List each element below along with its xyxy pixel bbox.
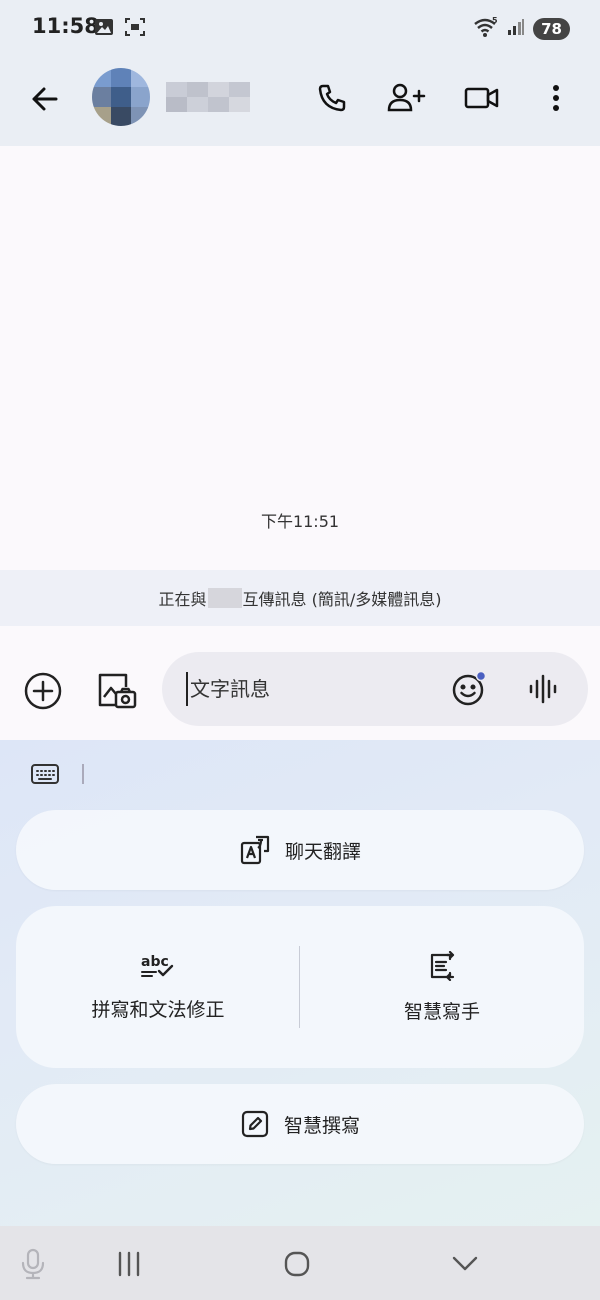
back-button[interactable] — [26, 80, 64, 118]
voice-typing-button[interactable] — [18, 1248, 48, 1280]
smart-writer-label: 智慧寫手 — [403, 1000, 480, 1023]
message-input[interactable] — [186, 672, 446, 706]
voice-input-button[interactable] — [526, 672, 560, 706]
status-bar: 11:58 5 78 — [0, 0, 600, 56]
spell-grammar-label: 拼寫和文法修正 — [91, 998, 225, 1021]
more-options-button[interactable] — [536, 78, 576, 118]
gallery-camera-icon — [98, 673, 137, 709]
chat-translate-button[interactable]: 聊天翻譯 — [16, 810, 584, 890]
keyboard-icon — [31, 764, 59, 784]
toolbar-divider — [82, 764, 84, 784]
video-call-button[interactable] — [462, 78, 502, 118]
banner-prefix: 正在與 — [158, 590, 207, 609]
add-circle-icon — [24, 672, 62, 710]
video-camera-icon — [464, 87, 499, 109]
system-navigation-bar — [0, 1226, 600, 1300]
keyboard-tools-panel: 聊天翻譯 abc 拼寫和文法修正 智慧寫手 智慧撰寫 — [0, 740, 600, 1226]
status-notifications — [94, 17, 146, 41]
message-timestamp: 下午11:51 — [260, 512, 340, 531]
phone-icon — [318, 84, 346, 112]
abc-check-icon: abc — [141, 954, 174, 977]
voice-wave-icon — [529, 674, 557, 704]
battery-indicator: 78 — [533, 18, 570, 40]
microphone-icon — [21, 1248, 45, 1280]
home-icon — [284, 1251, 310, 1277]
chat-translate-label: 聊天翻譯 — [284, 840, 361, 863]
app-bar — [0, 56, 600, 146]
edit-pencil-icon — [241, 1110, 269, 1138]
more-vert-icon — [553, 85, 559, 111]
home-button[interactable] — [280, 1248, 314, 1280]
emoji-icon — [452, 670, 487, 706]
hide-keyboard-icon — [452, 1256, 478, 1271]
writing-tools-card: abc 拼寫和文法修正 智慧寫手 — [16, 906, 584, 1068]
attach-button[interactable] — [22, 670, 64, 712]
smart-writer-button[interactable]: 智慧寫手 — [300, 906, 584, 1068]
conversation-area[interactable]: 下午11:51 — [0, 146, 600, 570]
screenshot-icon — [124, 17, 146, 41]
back-arrow-icon — [32, 87, 58, 111]
add-person-icon — [387, 83, 426, 112]
svg-text:abc: abc — [141, 954, 169, 970]
contact-name-redacted[interactable] — [166, 82, 250, 112]
image-icon — [94, 17, 114, 41]
svg-text:5: 5 — [492, 16, 498, 25]
note-rewrite-icon — [430, 950, 455, 981]
compose-row — [0, 626, 600, 740]
status-system: 5 78 — [473, 16, 570, 42]
gallery-button[interactable] — [96, 670, 138, 712]
redacted-contact — [207, 588, 242, 608]
spell-grammar-button[interactable]: abc 拼寫和文法修正 — [16, 906, 300, 1068]
signal-icon — [507, 18, 525, 40]
messaging-info-banner: 正在與 互傳訊息 (簡訊/多媒體訊息) — [0, 570, 600, 626]
recent-apps-icon — [118, 1251, 140, 1277]
call-button[interactable] — [312, 78, 352, 118]
hide-keyboard-button[interactable] — [448, 1248, 482, 1280]
emoji-button[interactable] — [450, 670, 488, 708]
recent-apps-button[interactable] — [112, 1248, 146, 1280]
message-input-container — [162, 652, 588, 726]
avatar[interactable] — [92, 68, 150, 126]
keyboard-toggle-button[interactable] — [30, 762, 60, 786]
translate-icon — [240, 835, 270, 865]
status-time: 11:58 — [32, 14, 99, 38]
add-participant-button[interactable] — [386, 78, 426, 118]
wifi-5-icon: 5 — [473, 16, 499, 42]
smart-compose-button[interactable]: 智慧撰寫 — [16, 1084, 584, 1164]
smart-compose-label: 智慧撰寫 — [283, 1114, 360, 1137]
banner-suffix: 互傳訊息 (簡訊/多媒體訊息) — [242, 590, 442, 609]
